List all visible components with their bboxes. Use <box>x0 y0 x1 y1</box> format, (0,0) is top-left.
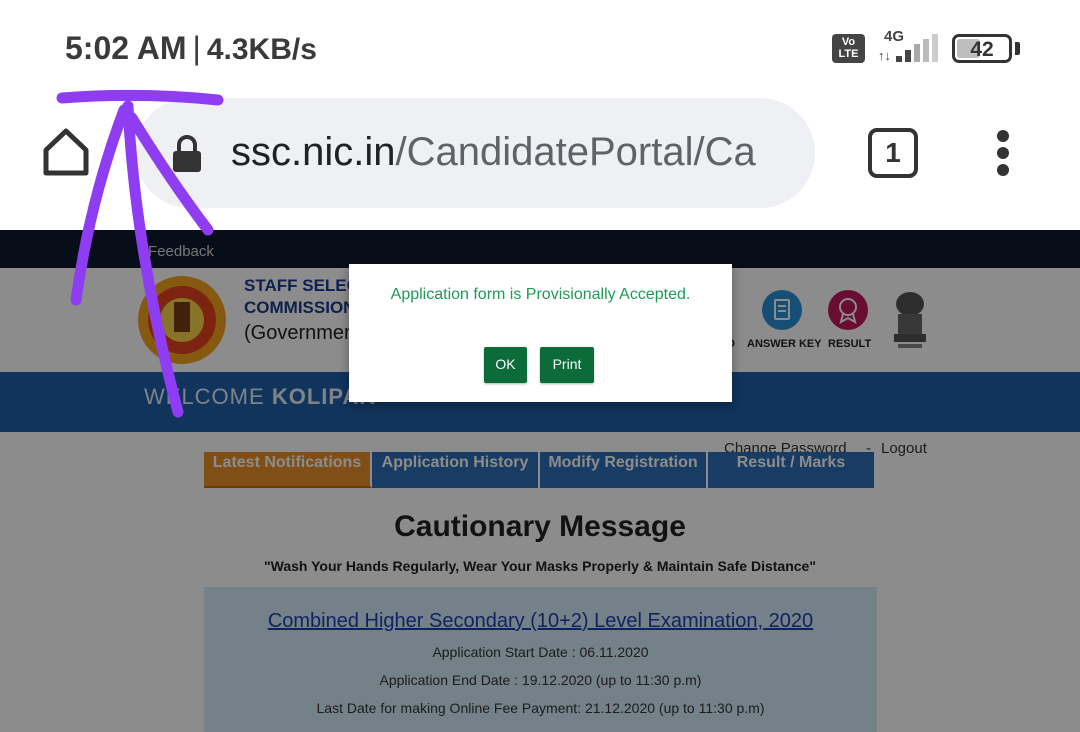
home-icon[interactable] <box>40 126 92 178</box>
more-options-icon[interactable] <box>990 128 1016 178</box>
status-time: 5:02 AM <box>65 30 187 66</box>
address-bar[interactable]: ssc.nic.in/CandidatePortal/Ca <box>135 98 815 208</box>
confirmation-dialog: Application form is Provisionally Accept… <box>349 264 732 402</box>
url-host: ssc.nic.in <box>231 130 396 174</box>
url-text[interactable]: ssc.nic.in/CandidatePortal/Ca <box>231 130 761 180</box>
status-time-row: 5:02 AM | 4.3KB/s <box>65 30 317 67</box>
tab-switcher-button[interactable]: 1 <box>868 128 918 178</box>
screen: 5:02 AM | 4.3KB/s Vo LTE 4G ↑↓ 42 ssc.ni… <box>0 0 1080 732</box>
status-separator: | <box>192 30 201 66</box>
browser-toolbar: ssc.nic.in/CandidatePortal/Ca 1 <box>0 96 1080 230</box>
battery-percent: 42 <box>970 38 994 61</box>
url-path: /CandidatePortal/Ca <box>395 130 756 174</box>
dialog-message: Application form is Provisionally Accept… <box>390 286 691 303</box>
battery-tip <box>1015 42 1020 55</box>
battery-icon: 42 <box>952 34 1012 63</box>
lock-icon[interactable] <box>170 134 204 174</box>
status-bar: 5:02 AM | 4.3KB/s Vo LTE 4G ↑↓ 42 <box>0 0 1080 96</box>
print-button[interactable]: Print <box>540 347 594 383</box>
signal-icon <box>896 34 938 62</box>
network-speed: 4.3KB/s <box>206 33 317 66</box>
volte-icon: Vo LTE <box>832 34 865 63</box>
ok-button[interactable]: OK <box>484 347 527 383</box>
data-activity-icon: ↑↓ <box>878 48 891 63</box>
